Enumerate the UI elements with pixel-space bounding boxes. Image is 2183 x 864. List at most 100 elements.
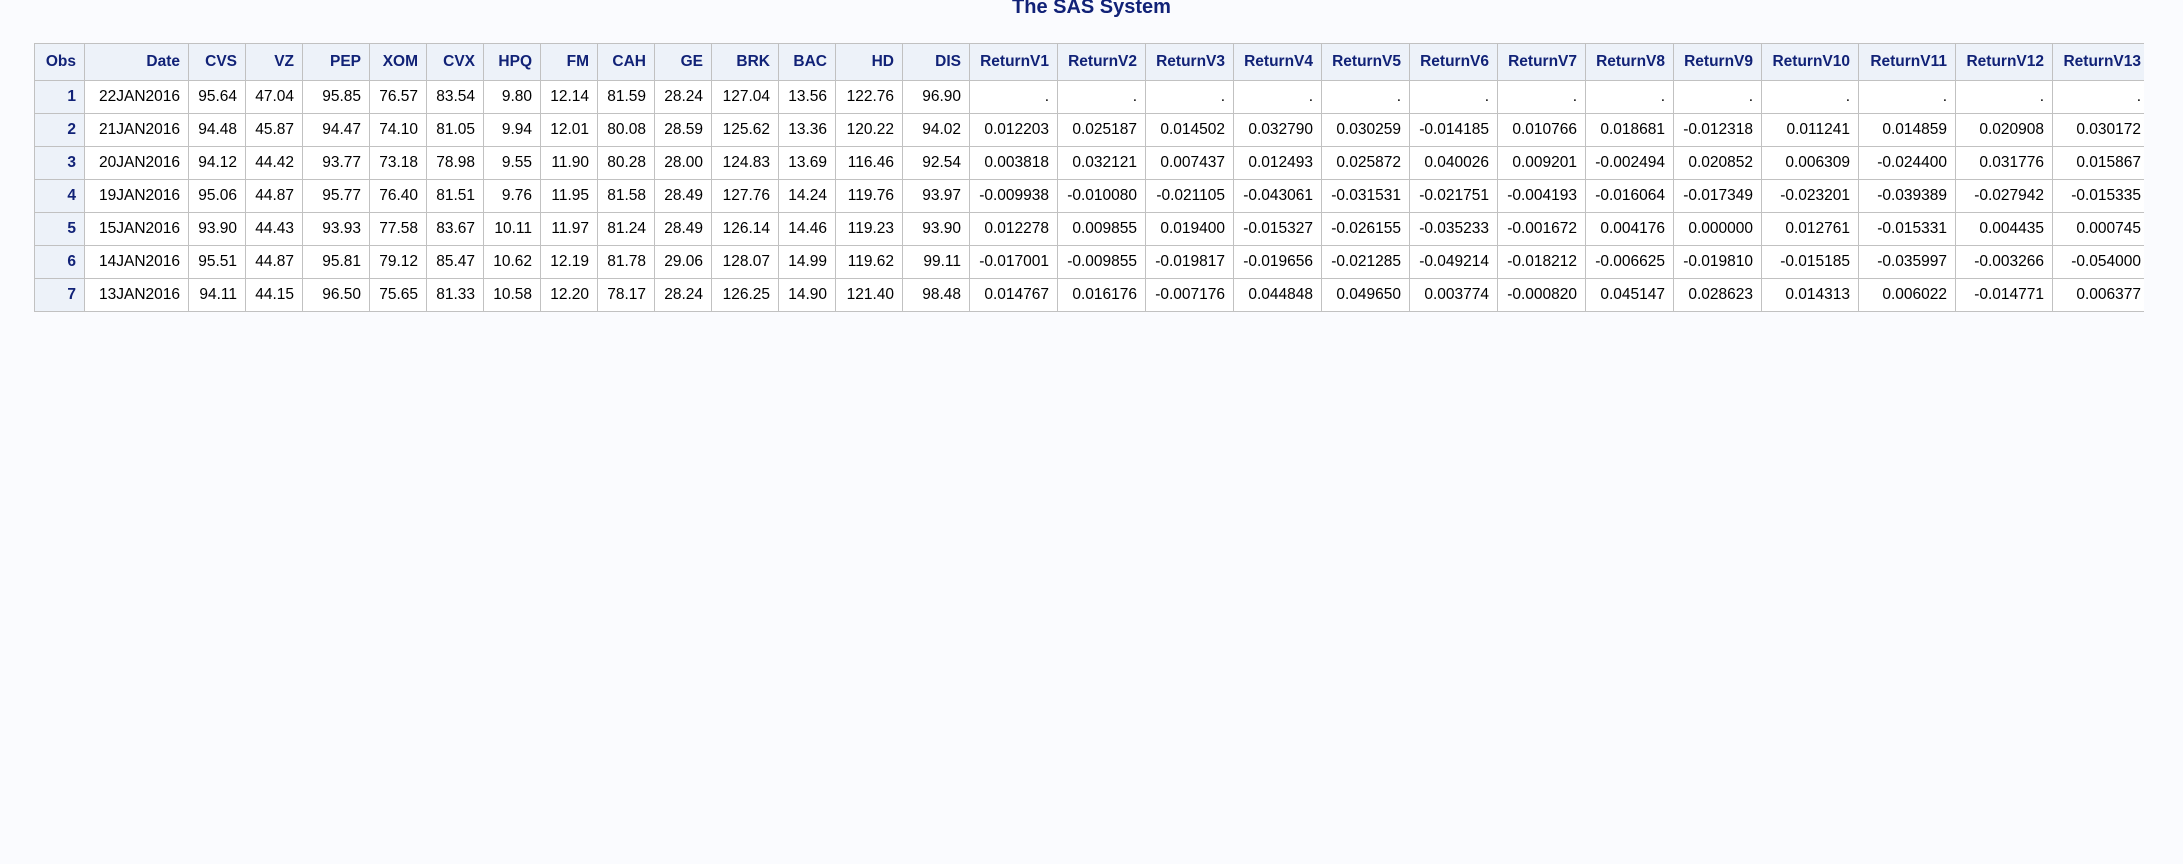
table-cell: 0.015867 [2052, 146, 2144, 180]
table-cell: -0.043061 [1233, 179, 1322, 213]
table-cell: 0.019400 [1145, 212, 1234, 246]
table-cell: . [1145, 80, 1234, 114]
table-cell: 116.46 [835, 146, 903, 180]
table-cell: 12.01 [540, 113, 598, 147]
table-cell: . [1761, 80, 1859, 114]
table-cell: 0.000745 [2052, 212, 2144, 246]
table-cell: 14JAN2016 [84, 245, 189, 279]
table-cell: -0.021105 [1145, 179, 1234, 213]
table-cell: 122.76 [835, 80, 903, 114]
table-cell: -0.015327 [1233, 212, 1322, 246]
table-cell: 81.58 [597, 179, 655, 213]
table-cell: . [1585, 80, 1674, 114]
table-cell: -0.006625 [1585, 245, 1674, 279]
table-cell: 11.90 [540, 146, 598, 180]
table-cell: 80.28 [597, 146, 655, 180]
table-row: 7 13JAN2016 94.11 44.15 96.50 75.65 81.33 10.58… [34, 278, 2144, 312]
column-header-returnv7: ReturnV7 [1497, 43, 1586, 81]
table-cell: -0.014185 [1409, 113, 1498, 147]
column-header-date: Date [84, 43, 189, 81]
table-cell: 93.93 [302, 212, 370, 246]
table-cell: 10.58 [483, 278, 541, 312]
table-cell: 0.030259 [1321, 113, 1410, 147]
table-cell: 93.90 [188, 212, 246, 246]
column-header-pep: PEP [302, 43, 370, 81]
table-cell: 13.69 [778, 146, 836, 180]
table-cell: 83.54 [426, 80, 484, 114]
table-cell: -0.021285 [1321, 245, 1410, 279]
table-cell: 127.76 [711, 179, 779, 213]
table-cell: 128.07 [711, 245, 779, 279]
table-cell: -0.031531 [1321, 179, 1410, 213]
table-cell: . [1497, 80, 1586, 114]
row-obs-cell: 4 [34, 179, 85, 213]
table-cell: 9.55 [483, 146, 541, 180]
column-header-returnv1: ReturnV1 [969, 43, 1058, 81]
table-cell: 77.58 [369, 212, 427, 246]
table-cell: -0.016064 [1585, 179, 1674, 213]
table-cell: 9.94 [483, 113, 541, 147]
table-cell: 81.05 [426, 113, 484, 147]
table-cell: 44.42 [245, 146, 303, 180]
table-cell: -0.017001 [969, 245, 1058, 279]
table-cell: 85.47 [426, 245, 484, 279]
table-cell: -0.009938 [969, 179, 1058, 213]
table-cell: 0.012278 [969, 212, 1058, 246]
table-cell: 81.78 [597, 245, 655, 279]
table-viewport[interactable]: Obs Date CVS VZ PEP XOM CVX HPQ FM CAH GE BRK BAC HD D… [34, 43, 2144, 330]
table-row: 5 15JAN2016 93.90 44.43 93.93 77.58 83.67 10.11… [34, 212, 2144, 246]
table-cell: 0.009201 [1497, 146, 1586, 180]
table-row: 3 20JAN2016 94.12 44.42 93.77 73.18 78.98 9.55 1… [34, 146, 2144, 180]
table-cell: 0.006377 [2052, 278, 2144, 312]
table-cell: 14.46 [778, 212, 836, 246]
table-row: 1 22JAN2016 95.64 47.04 95.85 76.57 83.54 9.80 1… [34, 80, 2144, 114]
table-cell: 20JAN2016 [84, 146, 189, 180]
table-cell: -0.012318 [1673, 113, 1762, 147]
table-cell: . [2052, 80, 2144, 114]
table-body: 1 22JAN2016 95.64 47.04 95.85 76.57 83.54 9.80 1… [34, 80, 2144, 312]
table-cell: . [1233, 80, 1322, 114]
table-cell: 93.97 [902, 179, 970, 213]
table-cell: . [1321, 80, 1410, 114]
table-cell: 126.25 [711, 278, 779, 312]
row-obs-cell: 6 [34, 245, 85, 279]
table-cell: 9.80 [483, 80, 541, 114]
row-obs-cell: 5 [34, 212, 85, 246]
table-cell: . [1409, 80, 1498, 114]
table-cell: -0.027942 [1955, 179, 2053, 213]
column-header-returnv2: ReturnV2 [1057, 43, 1146, 81]
table-cell: 12.14 [540, 80, 598, 114]
table-cell: 0.012203 [969, 113, 1058, 147]
table-cell: 124.83 [711, 146, 779, 180]
table-cell: 0.032121 [1057, 146, 1146, 180]
table-cell: 0.003774 [1409, 278, 1498, 312]
table-cell: -0.003266 [1955, 245, 2053, 279]
table-cell: 44.43 [245, 212, 303, 246]
table-cell: 10.62 [483, 245, 541, 279]
table-cell: -0.014771 [1955, 278, 2053, 312]
table-cell: 28.49 [654, 179, 712, 213]
table-cell: -0.015331 [1858, 212, 1956, 246]
table-cell: -0.015185 [1761, 245, 1859, 279]
table-cell: 45.87 [245, 113, 303, 147]
table-cell: 15JAN2016 [84, 212, 189, 246]
table-cell: 0.025187 [1057, 113, 1146, 147]
table-cell: 13.36 [778, 113, 836, 147]
table-cell: 0.000000 [1673, 212, 1762, 246]
table-cell: 74.10 [369, 113, 427, 147]
table-cell: 22JAN2016 [84, 80, 189, 114]
table-cell: 95.77 [302, 179, 370, 213]
table-cell: -0.019656 [1233, 245, 1322, 279]
table-cell: 81.51 [426, 179, 484, 213]
table-cell: 28.59 [654, 113, 712, 147]
table-cell: 0.004176 [1585, 212, 1674, 246]
table-cell: 121.40 [835, 278, 903, 312]
table-cell: . [1673, 80, 1762, 114]
column-header-returnv5: ReturnV5 [1321, 43, 1410, 81]
table-cell: 0.014767 [969, 278, 1058, 312]
table-cell: -0.019810 [1673, 245, 1762, 279]
table-cell: 94.02 [902, 113, 970, 147]
table-cell: -0.021751 [1409, 179, 1498, 213]
table-cell: -0.004193 [1497, 179, 1586, 213]
table-cell: 29.06 [654, 245, 712, 279]
